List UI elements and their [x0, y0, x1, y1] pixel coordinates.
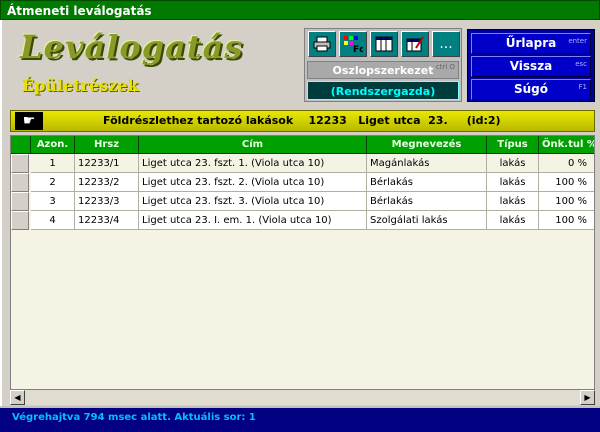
- column-structure-shortcut: ctrl O: [435, 63, 455, 71]
- table-cell[interactable]: lakás: [487, 192, 539, 211]
- nav-panel: Űrlapra enter Vissza esc Súgó F1: [467, 29, 595, 102]
- help-button[interactable]: Súgó F1: [471, 79, 591, 100]
- status-bar: Végrehajtva 794 msec alatt. Aktuális sor…: [0, 406, 600, 432]
- form-button-shortcut: enter: [568, 37, 587, 45]
- row-selector[interactable]: [11, 173, 29, 192]
- table-cell[interactable]: Szolgálati lakás: [367, 211, 487, 230]
- more-icon[interactable]: ...: [432, 31, 460, 57]
- table-cell[interactable]: 1: [31, 154, 75, 173]
- row-selector[interactable]: [11, 211, 29, 230]
- toolbar: Fd ... Oszlopszerkezet ctrl O (Rendszerg…: [304, 28, 462, 102]
- back-button-label: Vissza: [509, 59, 553, 73]
- table-cell[interactable]: 100 %: [539, 173, 594, 192]
- row-selector[interactable]: [11, 154, 29, 173]
- admin-role-label: (Rendszergazda): [307, 81, 459, 100]
- table-cell[interactable]: 0 %: [539, 154, 594, 173]
- row-selector-header: [11, 136, 31, 154]
- column-header-onkormanyzati-tulajdon[interactable]: Önk.tul %: [539, 136, 594, 154]
- page-title: Leválogatás: [20, 28, 244, 66]
- column-header-megnevezes[interactable]: Megnevezés: [367, 136, 487, 154]
- column-header-azon[interactable]: Azon.: [31, 136, 75, 154]
- form-button[interactable]: Űrlapra enter: [471, 33, 591, 54]
- table-cell[interactable]: Magánlakás: [367, 154, 487, 173]
- table-cell[interactable]: Bérlakás: [367, 192, 487, 211]
- table-cell[interactable]: 12233/4: [75, 211, 139, 230]
- horizontal-scrollbar[interactable]: ◀ ▶: [10, 389, 595, 405]
- table-cell[interactable]: lakás: [487, 173, 539, 192]
- scroll-right-icon[interactable]: ▶: [580, 390, 595, 405]
- pointing-hand-icon[interactable]: ☛: [15, 112, 43, 130]
- column-edit-icon[interactable]: [401, 31, 429, 57]
- table-cell[interactable]: 12233/3: [75, 192, 139, 211]
- window-title: Átmeneti leválogatás: [0, 0, 600, 20]
- scroll-left-icon[interactable]: ◀: [10, 390, 25, 405]
- table-cell[interactable]: 12233/2: [75, 173, 139, 192]
- column-header-cim[interactable]: Cím: [139, 136, 367, 154]
- color-fill-icon[interactable]: Fd: [339, 31, 367, 57]
- back-button-shortcut: esc: [575, 60, 587, 68]
- column-header-tipus[interactable]: Típus: [487, 136, 539, 154]
- table-cell[interactable]: 12233/1: [75, 154, 139, 173]
- printer-icon[interactable]: [308, 31, 336, 57]
- table-cell[interactable]: Liget utca 23. I. em. 1. (Viola utca 10): [139, 211, 367, 230]
- help-button-shortcut: F1: [578, 83, 587, 91]
- filter-banner: ☛ Földrészlethez tartozó lakások 12233 L…: [10, 110, 595, 132]
- columns-icon[interactable]: [370, 31, 398, 57]
- column-header-hrsz[interactable]: Hrsz: [75, 136, 139, 154]
- help-button-label: Súgó: [513, 82, 549, 96]
- back-button[interactable]: Vissza esc: [471, 56, 591, 77]
- column-structure-label: Oszlopszerkezet: [332, 64, 434, 77]
- form-button-label: Űrlapra: [505, 36, 557, 50]
- row-selector[interactable]: [11, 192, 29, 211]
- page-subtitle: Épületrészek: [22, 76, 139, 95]
- table-cell[interactable]: Bérlakás: [367, 173, 487, 192]
- table-cell[interactable]: 2: [31, 173, 75, 192]
- filter-banner-text: Földrészlethez tartozó lakások 12233 Lig…: [103, 114, 501, 127]
- data-table[interactable]: Azon. Hrsz Cím Megnevezés Típus Önk.tul …: [10, 135, 595, 405]
- column-structure-button[interactable]: Oszlopszerkezet ctrl O: [307, 61, 459, 79]
- table-cell[interactable]: lakás: [487, 211, 539, 230]
- table-cell[interactable]: 100 %: [539, 192, 594, 211]
- table-cell[interactable]: Liget utca 23. fszt. 3. (Viola utca 10): [139, 192, 367, 211]
- table-cell[interactable]: 4: [31, 211, 75, 230]
- svg-text:Fd: Fd: [353, 45, 363, 53]
- table-cell[interactable]: lakás: [487, 154, 539, 173]
- table-cell[interactable]: Liget utca 23. fszt. 1. (Viola utca 10): [139, 154, 367, 173]
- table-cell[interactable]: 3: [31, 192, 75, 211]
- table-cell[interactable]: 100 %: [539, 211, 594, 230]
- table-cell[interactable]: Liget utca 23. fszt. 2. (Viola utca 10): [139, 173, 367, 192]
